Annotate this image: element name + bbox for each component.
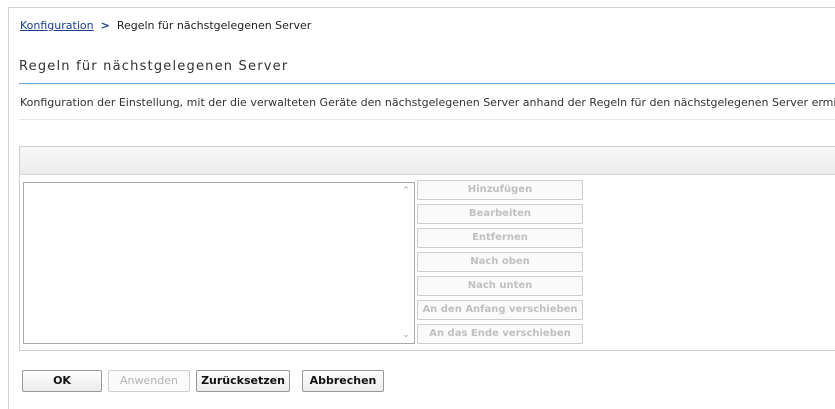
- description-divider: [19, 119, 835, 120]
- breadcrumb: Konfiguration > Regeln für nächstgelegenen…: [20, 19, 311, 32]
- panel-header: [20, 147, 835, 175]
- page-title: Regeln für nächstgelegenen Server: [19, 59, 289, 74]
- rules-panel: ⌃ ⌄ Hinzufügen Bearbeiten Entfernen Nach…: [19, 146, 835, 351]
- reset-button[interactable]: Zurücksetzen: [196, 370, 290, 392]
- move-to-top-button[interactable]: An den Anfang verschieben: [417, 300, 583, 320]
- title-divider: [19, 83, 835, 84]
- apply-button[interactable]: Anwenden: [108, 370, 190, 392]
- breadcrumb-separator-icon: >: [100, 19, 110, 32]
- listbox-scrollbar[interactable]: ⌃ ⌄: [398, 183, 414, 343]
- edit-button[interactable]: Bearbeiten: [417, 204, 583, 224]
- remove-button[interactable]: Entfernen: [417, 228, 583, 248]
- scroll-down-icon[interactable]: ⌄: [398, 327, 414, 343]
- page-description: Konfiguration der Einstellung, mit der d…: [20, 96, 835, 109]
- move-to-bottom-button[interactable]: An das Ende verschieben: [417, 324, 583, 344]
- rules-listbox[interactable]: ⌃ ⌄: [23, 182, 415, 344]
- move-up-button[interactable]: Nach oben: [417, 252, 583, 272]
- move-down-button[interactable]: Nach unten: [417, 276, 583, 296]
- breadcrumb-current: Regeln für nächstgelegenen Server: [116, 19, 312, 32]
- ok-button[interactable]: OK: [22, 370, 102, 392]
- breadcrumb-link-konfiguration[interactable]: Konfiguration: [20, 19, 94, 32]
- add-button[interactable]: Hinzufügen: [417, 180, 583, 200]
- cancel-button[interactable]: Abbrechen: [302, 370, 384, 392]
- scroll-up-icon[interactable]: ⌃: [398, 183, 414, 199]
